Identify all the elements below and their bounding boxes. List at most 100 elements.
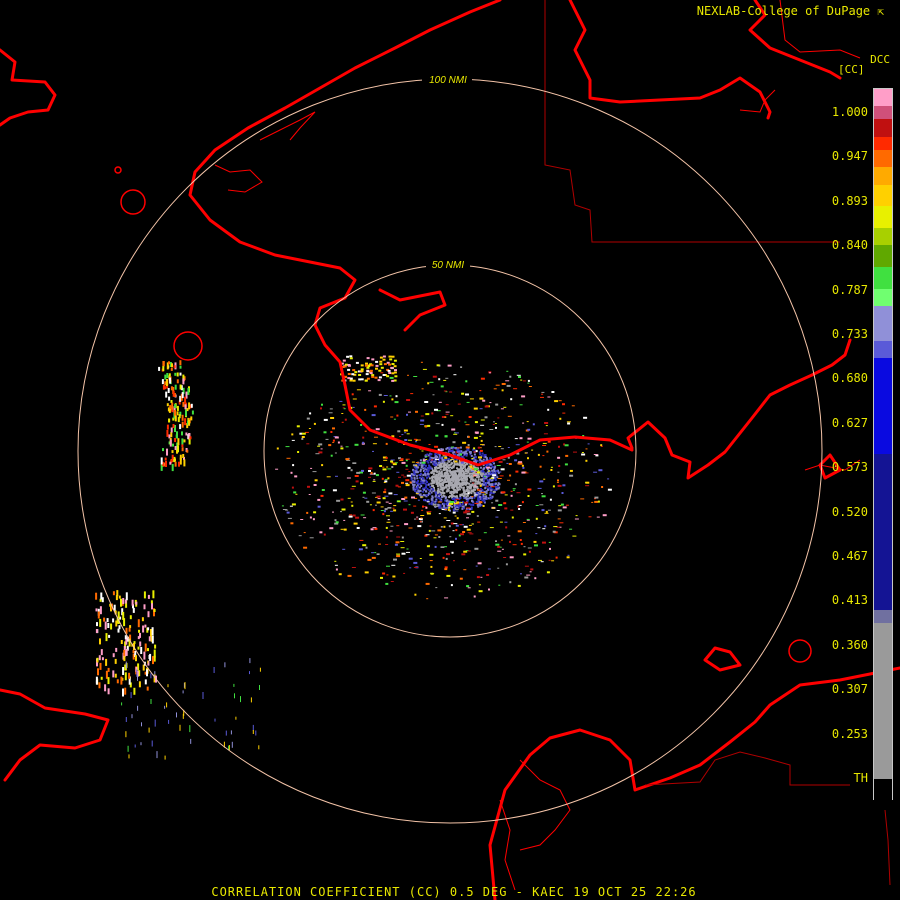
clutter-pixel [432, 473, 435, 475]
echo-speck [543, 433, 548, 435]
clutter-pixel [435, 473, 438, 476]
clutter-pixel [439, 463, 442, 465]
echo-speck [178, 461, 180, 467]
echo-speck [360, 370, 364, 373]
echo-speck [478, 590, 483, 593]
clutter-pixel [435, 494, 438, 497]
echo-speck [437, 529, 442, 532]
echo-speck [172, 424, 175, 428]
echo-speck [334, 436, 339, 439]
clutter-pixel [459, 504, 462, 507]
clutter-pixel [484, 456, 487, 458]
echo-speck [415, 465, 418, 467]
echo-speck [569, 474, 574, 477]
echo-speck [461, 553, 466, 556]
echo-speck [545, 425, 548, 427]
echo-speck [518, 508, 521, 510]
clutter-pixel [434, 453, 437, 456]
echo-speck [125, 661, 127, 669]
echo-speck [491, 502, 494, 504]
echo-speck [408, 557, 413, 560]
echo-speck [360, 378, 364, 381]
echo-speck [390, 581, 394, 582]
echo-speck [478, 505, 482, 507]
echo-speck [352, 514, 356, 517]
echo-speck [426, 501, 430, 503]
echo-speck [405, 464, 408, 467]
echo-speck [372, 480, 376, 482]
echo-speck [139, 632, 141, 638]
echo-speck [507, 447, 510, 448]
echo-speck [147, 627, 150, 631]
echo-speck [459, 577, 463, 580]
echo-speck [571, 405, 575, 407]
echo-speck [440, 546, 445, 548]
echo-speck [356, 389, 361, 391]
echo-speck [182, 690, 184, 694]
clutter-pixel [441, 479, 444, 482]
echo-speck [392, 507, 395, 509]
clutter-pixel [459, 493, 462, 496]
echo-speck [134, 744, 136, 748]
echo-speck [542, 455, 545, 457]
echo-speck [147, 594, 150, 599]
echo-speck [174, 384, 177, 390]
echo-speck [144, 643, 147, 652]
clutter-pixel [452, 480, 455, 482]
echo-speck [395, 541, 400, 544]
echo-speck [131, 714, 133, 719]
echo-speck [137, 646, 140, 650]
echo-speck [383, 510, 386, 513]
clutter-pixel [430, 491, 433, 494]
clutter-pixel [416, 471, 419, 474]
echo-speck [478, 539, 482, 541]
echo-speck [371, 552, 375, 554]
echo-speck [528, 550, 531, 553]
echo-speck [401, 536, 404, 539]
clutter-pixel [420, 472, 422, 475]
echo-speck [362, 544, 367, 547]
echo-speck [435, 434, 439, 437]
echo-speck [366, 377, 370, 380]
echo-speck [98, 682, 101, 689]
echo-speck [394, 401, 399, 404]
echo-speck [510, 490, 513, 492]
clutter-pixel [451, 505, 454, 508]
echo-speck [391, 355, 395, 358]
echo-speck [189, 436, 192, 440]
echo-speck [101, 657, 104, 661]
echo-speck [539, 480, 544, 483]
echo-speck [449, 391, 453, 393]
clutter-pixel [471, 497, 473, 500]
echo-speck [558, 505, 562, 507]
clutter-pixel [489, 497, 492, 500]
echo-speck [182, 454, 185, 458]
clutter-pixel [441, 465, 444, 468]
clutter-pixel [445, 500, 448, 502]
clutter-pixel [439, 468, 442, 471]
clutter-pixel [454, 490, 457, 493]
clutter-pixel [468, 503, 471, 506]
echo-speck [401, 474, 405, 476]
clutter-pixel [498, 483, 501, 486]
echo-speck [342, 548, 346, 550]
echo-speck [486, 466, 491, 469]
echo-speck [521, 395, 526, 398]
echo-speck [484, 405, 489, 408]
echo-speck [165, 391, 168, 398]
echo-speck [479, 449, 483, 452]
echo-speck [449, 501, 454, 503]
clutter-pixel [453, 485, 456, 488]
echo-speck [498, 460, 503, 463]
echo-speck [507, 535, 511, 537]
echo-speck [139, 641, 142, 647]
echo-speck [479, 435, 482, 437]
echo-speck [379, 465, 383, 467]
echo-speck [100, 649, 103, 656]
echo-speck [506, 462, 509, 464]
echo-speck [396, 536, 401, 538]
echo-speck [425, 413, 430, 416]
echo-speck [378, 543, 381, 545]
clutter-pixel [441, 491, 444, 494]
echo-speck [114, 673, 117, 678]
